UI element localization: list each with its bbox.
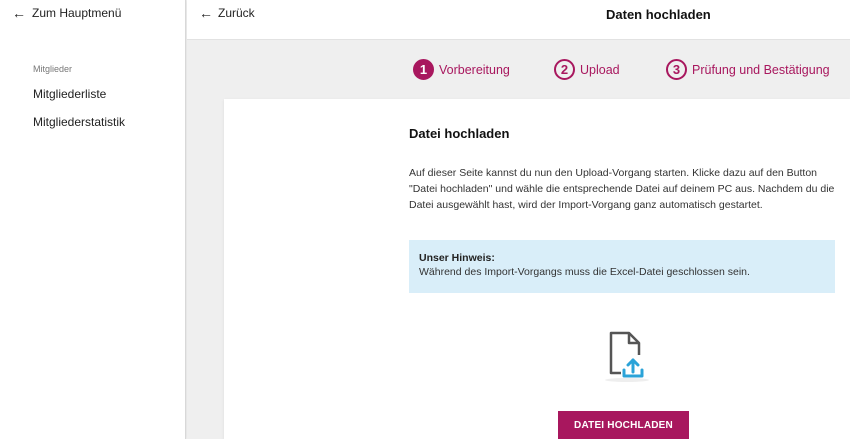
sidebar: ← Zum Hauptmenü Mitglieder Mitgliederlis… bbox=[0, 0, 186, 439]
back-link[interactable]: ← Zurück bbox=[199, 5, 255, 21]
step-number: 3 bbox=[666, 59, 687, 80]
upload-file-button[interactable]: DATEI HOCHLADEN bbox=[558, 411, 689, 439]
step-label: Vorbereitung bbox=[439, 62, 510, 77]
back-label: Zurück bbox=[218, 6, 255, 20]
hint-title: Unser Hinweis: bbox=[419, 252, 495, 264]
arrow-left-icon: ← bbox=[12, 5, 26, 21]
sidebar-section-title: Mitglieder bbox=[33, 64, 73, 74]
upload-card: Datei hochladen Auf dieser Seite kannst … bbox=[224, 99, 850, 439]
step-number: 2 bbox=[554, 59, 575, 80]
sidebar-item-mitgliederstatistik[interactable]: Mitgliederstatistik bbox=[33, 115, 125, 129]
main-area: ← Zurück Daten hochladen 1 Vorbereitung … bbox=[187, 0, 850, 439]
arrow-left-icon: ← bbox=[199, 5, 213, 21]
page-title: Daten hochladen bbox=[606, 7, 711, 22]
step-pruefung[interactable]: 3 Prüfung und Bestätigung bbox=[666, 59, 830, 80]
step-label: Prüfung und Bestätigung bbox=[692, 62, 830, 77]
step-upload[interactable]: 2 Upload bbox=[554, 59, 620, 80]
sidebar-item-mitgliederliste[interactable]: Mitgliederliste bbox=[33, 87, 106, 101]
header-bar: ← Zurück Daten hochladen bbox=[187, 0, 850, 40]
step-vorbereitung[interactable]: 1 Vorbereitung bbox=[413, 59, 510, 80]
hint-text: Während des Import-Vorgangs muss die Exc… bbox=[419, 266, 750, 278]
back-to-main-menu-label: Zum Hauptmenü bbox=[32, 6, 122, 20]
step-label: Upload bbox=[580, 62, 620, 77]
card-title: Datei hochladen bbox=[409, 126, 510, 141]
file-upload-icon bbox=[605, 331, 649, 382]
hint-box: Unser Hinweis: Während des Import-Vorgan… bbox=[409, 240, 835, 293]
step-number: 1 bbox=[413, 59, 434, 80]
back-to-main-menu-link[interactable]: ← Zum Hauptmenü bbox=[12, 5, 121, 21]
card-description: Auf dieser Seite kannst du nun den Uploa… bbox=[409, 167, 835, 211]
